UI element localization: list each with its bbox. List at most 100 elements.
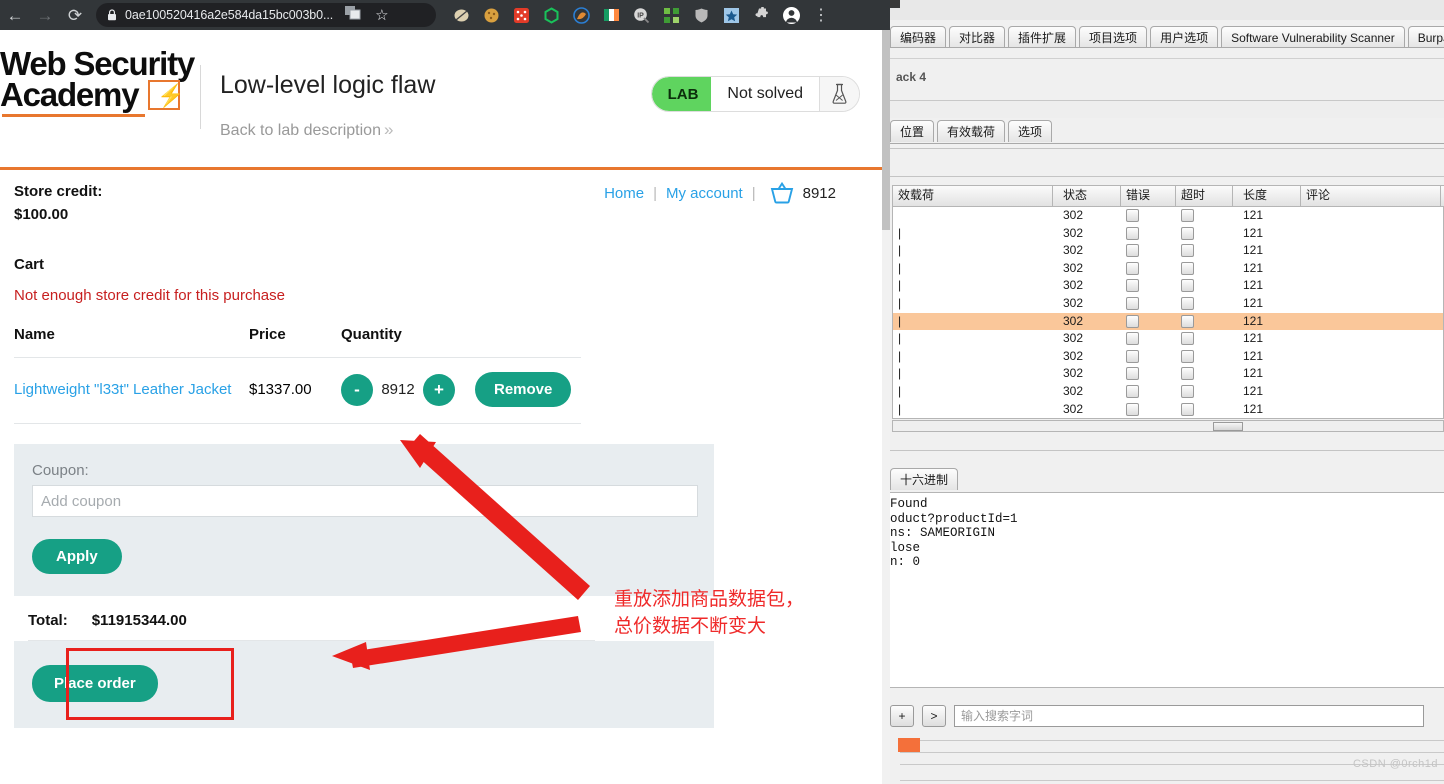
cell-error-checkbox[interactable] (1126, 244, 1139, 258)
cell-error-checkbox[interactable] (1126, 367, 1139, 381)
page-scrollbar-thumb[interactable] (882, 30, 890, 230)
star-box-icon[interactable] (722, 6, 741, 25)
burp-search-next-button[interactable]: > (922, 705, 946, 727)
cell-error-checkbox[interactable] (1126, 226, 1139, 240)
flag-icon[interactable] (602, 6, 621, 25)
cell-error-checkbox[interactable] (1126, 314, 1139, 328)
column-header-timeout[interactable]: 超时 (1176, 185, 1233, 207)
place-order-button[interactable]: Place order (32, 665, 158, 702)
page-scrollbar[interactable] (882, 30, 890, 784)
table-row[interactable]: | 302 121 (893, 330, 1443, 348)
tab-comparer[interactable]: 对比器 (949, 26, 1006, 48)
wappalyzer-icon[interactable] (452, 6, 471, 25)
column-header-payload[interactable]: 效载荷 (893, 185, 1053, 207)
burp-progress-chip (898, 738, 920, 752)
cell-error-checkbox[interactable] (1126, 279, 1139, 293)
cell-timeout-checkbox[interactable] (1181, 314, 1194, 328)
tab-software-vulnerability-scanner[interactable]: Software Vulnerability Scanner (1221, 26, 1405, 48)
cell-error-checkbox[interactable] (1126, 402, 1139, 416)
qr-code-icon[interactable] (662, 6, 681, 25)
cell-timeout-checkbox[interactable] (1181, 402, 1194, 416)
cell-timeout-checkbox[interactable] (1181, 226, 1194, 240)
cell-timeout-checkbox[interactable] (1181, 349, 1194, 363)
cell-error-checkbox[interactable] (1126, 332, 1139, 346)
profile-avatar-icon[interactable] (782, 6, 801, 25)
cell-error-checkbox[interactable] (1126, 209, 1139, 222)
shield-icon[interactable] (692, 6, 711, 25)
tab-encoder[interactable]: 编码器 (890, 26, 947, 48)
cell-timeout-checkbox[interactable] (1181, 209, 1194, 222)
nav-home-link[interactable]: Home (604, 185, 644, 202)
table-row[interactable]: | 302 121 (893, 242, 1443, 260)
cell-timeout-checkbox[interactable] (1181, 279, 1194, 293)
dice-icon[interactable] (512, 6, 531, 25)
tab-extender[interactable]: 插件扩展 (1008, 26, 1077, 48)
table-row[interactable]: | 302 121 (893, 401, 1443, 418)
cell-timeout-checkbox[interactable] (1181, 296, 1194, 310)
cell-error-checkbox[interactable] (1126, 261, 1139, 275)
column-header-status[interactable]: 状态 (1053, 185, 1121, 207)
subtab-payloads[interactable]: 有效载荷 (937, 120, 1006, 142)
cell-timeout-checkbox[interactable] (1181, 384, 1194, 398)
apply-coupon-button[interactable]: Apply (32, 539, 122, 574)
cookie-editor-icon[interactable] (482, 6, 501, 25)
product-link[interactable]: Lightweight "l33t" Leather Jacket (14, 381, 231, 398)
cell-timeout (1176, 277, 1233, 295)
quantity-value: 8912 (381, 381, 415, 398)
cell-error-checkbox[interactable] (1126, 296, 1139, 310)
cell-timeout-checkbox[interactable] (1181, 261, 1194, 275)
back-link-label: Back to lab description (220, 122, 381, 139)
subtab-options[interactable]: 选项 (1008, 120, 1053, 142)
star-icon[interactable]: ☆ (375, 6, 388, 24)
cell-status: 302 (1063, 278, 1084, 293)
burp-mid-rule (890, 450, 1444, 451)
burp-table-hscrollbar[interactable] (892, 420, 1444, 432)
back-to-lab-description-link[interactable]: Back to lab description» (220, 120, 393, 140)
table-row[interactable]: | 302 121 (893, 348, 1443, 366)
coupon-input[interactable] (32, 485, 698, 517)
hexagon-icon[interactable] (542, 6, 561, 25)
column-header-length[interactable]: 长度 (1233, 185, 1301, 207)
burp-table-hscrollbar-thumb[interactable] (1213, 422, 1243, 431)
foxyproxy-icon[interactable] (572, 6, 591, 25)
basket-icon[interactable] (769, 182, 795, 204)
table-row[interactable]: 302 121 (893, 207, 1443, 225)
cell-error-checkbox[interactable] (1126, 349, 1139, 363)
cell-timeout-checkbox[interactable] (1181, 332, 1194, 346)
table-row[interactable]: | 302 121 (893, 277, 1443, 295)
column-header-error[interactable]: 错误 (1121, 185, 1176, 207)
burp-main-tabs: 编码器 对比器 插件扩展 项目选项 用户选项 Software Vulnerab… (890, 24, 1444, 48)
tab-project-options[interactable]: 项目选项 (1079, 26, 1148, 48)
table-row[interactable]: | 302 121 (893, 312, 1443, 331)
reload-icon[interactable]: ⟳ (60, 1, 90, 29)
puzzle-extensions-icon[interactable] (752, 6, 771, 25)
translate-icon[interactable] (345, 5, 361, 25)
nav-my-account-link[interactable]: My account (666, 185, 743, 202)
cell-timeout-checkbox[interactable] (1181, 244, 1194, 258)
quantity-increment-button[interactable]: + (423, 373, 455, 406)
burp-search-input[interactable] (954, 705, 1424, 727)
burp-response-body[interactable]: Found oduct?productId=1 ns: SAMEORIGIN lose… (890, 492, 1444, 688)
cell-timeout-checkbox[interactable] (1181, 367, 1194, 381)
table-row[interactable]: | 302 121 (893, 295, 1443, 313)
subtab-hex[interactable]: 十六进制 (890, 468, 959, 490)
table-row[interactable]: | 302 121 (893, 260, 1443, 278)
burp-search-add-button[interactable]: + (890, 705, 914, 727)
coupon-label: Coupon: (32, 462, 89, 479)
table-row[interactable]: | 302 121 (893, 225, 1443, 243)
table-row[interactable]: | 302 121 (893, 383, 1443, 401)
column-header-comment[interactable]: 评论 (1301, 185, 1441, 207)
kebab-menu-icon[interactable]: ⋮ (813, 5, 829, 25)
tab-burpjslink[interactable]: BurpJSLink (1407, 26, 1444, 48)
subtab-positions[interactable]: 位置 (890, 120, 935, 142)
cell-error-checkbox[interactable] (1126, 384, 1139, 398)
quantity-decrement-button[interactable]: - (341, 373, 373, 406)
address-bar[interactable]: 0ae100520416a2e584da15bc003b0... ☆ (96, 3, 436, 27)
remove-button[interactable]: Remove (475, 372, 572, 407)
back-arrow-icon[interactable]: ← (0, 1, 30, 29)
table-row[interactable]: | 302 121 (893, 365, 1443, 383)
total-label: Total: (28, 612, 68, 629)
tab-user-options[interactable]: 用户选项 (1150, 26, 1219, 48)
forward-arrow-icon[interactable]: → (30, 1, 60, 29)
ip-lookup-icon[interactable]: IP (632, 6, 651, 25)
